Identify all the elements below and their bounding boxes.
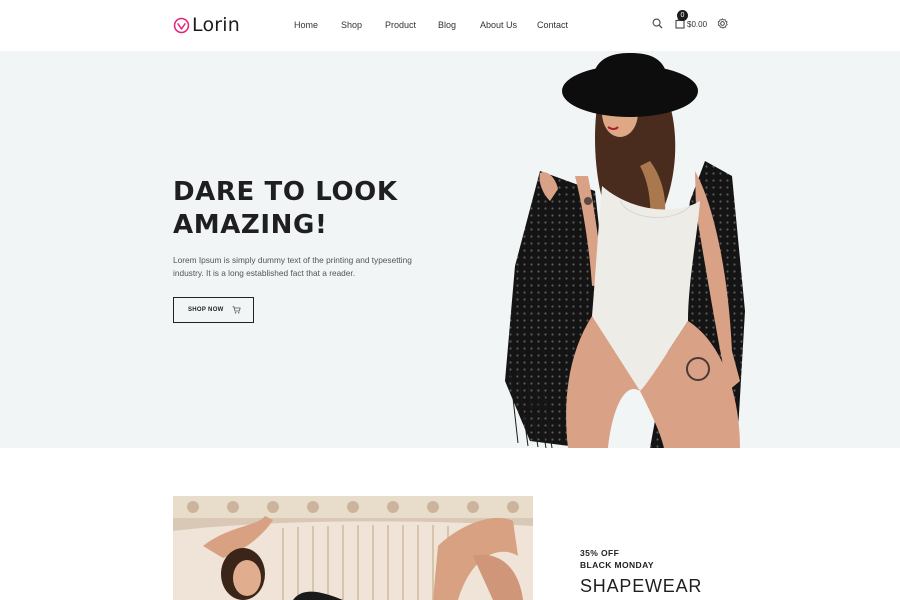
shop-now-button[interactable]: SHOP NOW	[173, 297, 254, 323]
promo-subtitle: BLACK MONDAY	[580, 560, 654, 570]
promo-title: SHAPEWEAR	[580, 576, 703, 596]
nav-item-blog[interactable]: Blog	[438, 19, 456, 31]
main-nav: Home Shop Product Blog About Us Contact	[0, 19, 900, 33]
nav-item-product[interactable]: Product	[385, 19, 416, 31]
nav-item-shop[interactable]: Shop	[341, 19, 362, 31]
nav-item-home[interactable]: Home	[294, 19, 318, 31]
gear-icon[interactable]	[717, 18, 728, 29]
search-icon[interactable]	[652, 18, 663, 29]
hero-model-image	[505, 53, 745, 448]
hero-description: Lorem Ipsum is simply dummy text of the …	[173, 255, 412, 278]
cart-icon	[232, 306, 241, 314]
site-header: Lorin Home Shop Product Blog About Us Co…	[0, 0, 900, 51]
promo-image[interactable]	[173, 496, 533, 600]
nav-item-about-us[interactable]: About Us	[480, 19, 517, 31]
shop-now-label: SHOP NOW	[188, 307, 224, 313]
promo-discount: 35% OFF	[580, 548, 620, 558]
promo-model-image	[173, 496, 533, 600]
hero-title: DARE TO LOOK AMAZING!	[173, 177, 398, 240]
hero-banner: DARE TO LOOK AMAZING! Lorem Ipsum is sim…	[0, 51, 900, 448]
nav-item-contact[interactable]: Contact	[537, 19, 568, 31]
cart-total[interactable]: $0.00	[687, 20, 707, 30]
